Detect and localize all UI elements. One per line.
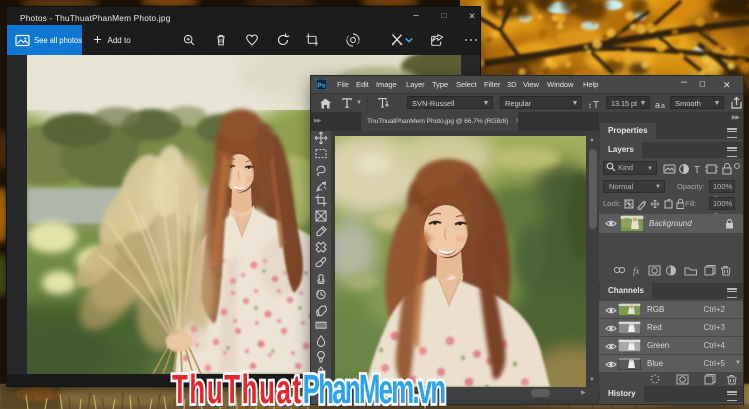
svg-text:T: T <box>694 165 700 175</box>
svg-text:fx: fx <box>633 266 640 276</box>
svg-text:a: a <box>661 103 665 109</box>
svg-text:a: a <box>655 100 660 109</box>
svg-text:t: t <box>589 103 591 110</box>
svg-text:Ps: Ps <box>317 82 326 89</box>
svg-text:T: T <box>593 100 599 110</box>
